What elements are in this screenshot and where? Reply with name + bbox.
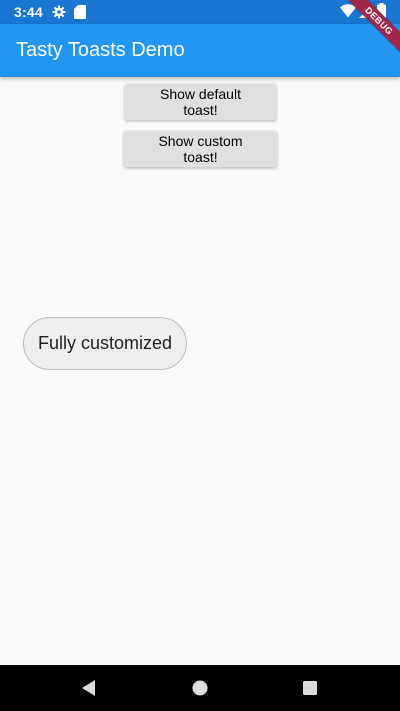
status-time: 3:44 (14, 4, 43, 20)
gear-icon (52, 5, 66, 19)
battery-icon (377, 3, 386, 19)
app-title: Tasty Toasts Demo (16, 39, 185, 61)
recents-icon[interactable] (299, 677, 321, 699)
show-custom-toast-button[interactable]: Show custom toast! (124, 131, 277, 167)
back-icon[interactable] (78, 677, 100, 699)
signal-icon (359, 4, 373, 18)
navigation-bar (0, 665, 400, 711)
sd-card-icon (74, 5, 86, 19)
wifi-icon (340, 4, 356, 18)
status-bar: 3:44 (0, 0, 400, 24)
show-default-toast-button[interactable]: Show default toast! (125, 84, 276, 120)
home-icon[interactable] (189, 677, 211, 699)
app-bar: Tasty Toasts Demo (0, 24, 400, 77)
custom-toast: Fully customized (23, 317, 187, 370)
app-screen: 3:44 Tasty Toasts Demo DEBUG Show defaul… (0, 0, 400, 711)
toast-message: Fully customized (37, 333, 173, 353)
